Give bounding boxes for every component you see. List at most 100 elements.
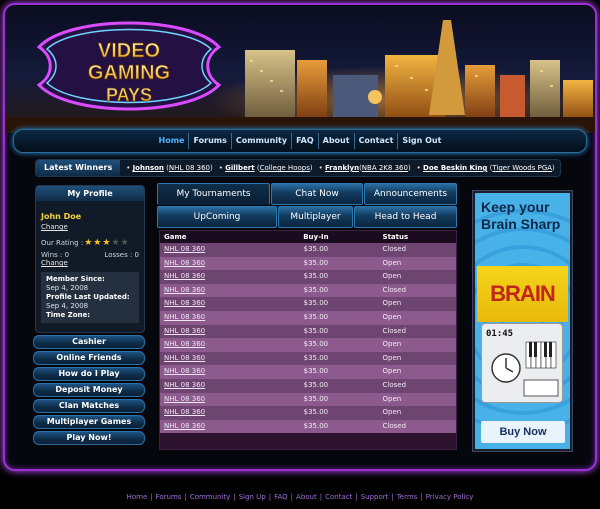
winner-entry[interactable]: • Johnson (NHL 08 360) [126, 164, 213, 172]
page-frame: VIDEO GAMING PAYS Home Forums Community … [3, 3, 597, 471]
buy-in-cell: $35.00 [303, 408, 329, 417]
game-cell[interactable]: NHL 08 360 [160, 284, 271, 298]
latest-winners-title: Latest Winners [36, 160, 121, 176]
game-cell[interactable]: NHL 08 360 [160, 420, 271, 434]
cashier-button[interactable]: Cashier [33, 335, 145, 349]
brain-age-ad[interactable]: Keep your Brain Sharp BRAIN AGE 01:45 [472, 190, 573, 452]
buy-now-button[interactable]: Buy Now [481, 421, 565, 443]
game-cell[interactable]: NHL 08 360 [160, 352, 271, 366]
profile-updated-value: Sep 4, 2008 [46, 302, 89, 310]
play-now-button[interactable]: Play Now! [33, 431, 145, 445]
clan-matches-button[interactable]: Clan Matches [33, 399, 145, 413]
nav-forums[interactable]: Forums [188, 133, 230, 149]
table-row[interactable]: NHL 08 360 $35.00 Open [160, 392, 456, 407]
game-cell[interactable]: NHL 08 360 [160, 297, 271, 311]
table-row[interactable]: NHL 08 360 $35.00 Closed [160, 243, 456, 257]
multiplayer-games-button[interactable]: Multiplayer Games [33, 415, 145, 429]
table-row[interactable]: NHL 08 360 $35.00 Open [160, 338, 456, 352]
table-row[interactable]: NHL 08 360 $35.00 Open [160, 256, 456, 271]
star-icon: ★ [102, 238, 111, 248]
buy-in-cell: $35.00 [303, 272, 329, 281]
rating-row: Our Rating : ★ ★ ★ ★ ★ [41, 238, 139, 248]
footer-separator: | [268, 493, 272, 501]
star-empty-icon: ★ [120, 238, 129, 248]
wins-count: Wins : 0 [41, 251, 70, 259]
status-cell: Open [382, 408, 402, 417]
game-cell[interactable]: NHL 08 360 [160, 270, 271, 284]
footer-link-community[interactable]: Community [190, 493, 231, 501]
footer-link-terms[interactable]: Terms [397, 493, 418, 501]
status-cell: Closed [382, 285, 407, 294]
table-row[interactable]: NHL 08 360 $35.00 Closed [160, 283, 456, 298]
table-row[interactable]: NHL 08 360 $35.00 Open [160, 297, 456, 311]
status-cell: Open [382, 299, 402, 308]
header-banner: VIDEO GAMING PAYS [5, 5, 595, 133]
table-row[interactable]: NHL 08 360 $35.00 Closed [160, 419, 456, 434]
table-row[interactable]: NHL 08 360 $35.00 Open [160, 351, 456, 366]
tab-announcements[interactable]: Announcements [364, 183, 457, 205]
status-cell: Open [382, 353, 402, 362]
tab-head-to-head[interactable]: Head to Head [354, 206, 457, 228]
star-empty-icon: ★ [111, 238, 120, 248]
deposit-money-button[interactable]: Deposit Money [33, 383, 145, 397]
footer-link-privacy-policy[interactable]: Privacy Policy [426, 493, 474, 501]
footer-link-support[interactable]: Support [361, 493, 389, 501]
table-row[interactable]: NHL 08 360 $35.00 Closed [160, 324, 456, 339]
nav-faq[interactable]: FAQ [291, 133, 318, 149]
status-cell: Open [382, 312, 402, 321]
footer-link-home[interactable]: Home [127, 493, 148, 501]
table-row[interactable]: NHL 08 360 $35.00 Open [160, 365, 456, 379]
game-cell[interactable]: NHL 08 360 [160, 338, 271, 352]
col-game: Game [164, 233, 187, 241]
buy-in-cell: $35.00 [303, 299, 329, 308]
nav-contact[interactable]: Contact [353, 133, 398, 149]
footer-link-sign-up[interactable]: Sign Up [239, 493, 266, 501]
tab-my-tournaments[interactable]: My Tournaments [157, 183, 270, 205]
online-friends-button[interactable]: Online Friends [33, 351, 145, 365]
winner-entry[interactable]: • Gillbert (College Hoops) [219, 164, 313, 172]
site-logo[interactable]: VIDEO GAMING PAYS [29, 17, 229, 115]
profile-panel: My Profile John Doe Change Our Rating : … [35, 185, 145, 333]
game-cell[interactable]: NHL 08 360 [160, 257, 271, 271]
table-body: NHL 08 360 $35.00 Closed NHL 08 360 $35.00 Op… [160, 243, 456, 434]
losses-count: Losses : 0 [104, 251, 139, 259]
footer-link-about[interactable]: About [296, 493, 317, 501]
nav-community[interactable]: Community [230, 133, 291, 149]
game-cell[interactable]: NHL 08 360 [160, 406, 271, 420]
footer-link-forums[interactable]: Forums [156, 493, 182, 501]
star-icon: ★ [93, 238, 102, 248]
winner-entry[interactable]: • Doe Beskin King (Tiger Woods PGA) [417, 164, 555, 172]
winner-entry[interactable]: • Franklyn(NBA 2K8 360) [319, 164, 411, 172]
change-avatar-link[interactable]: Change [41, 223, 139, 231]
game-cell[interactable]: NHL 08 360 [160, 379, 271, 393]
col-status: Status [382, 233, 409, 241]
how-do-i-play-button[interactable]: How do I Play [33, 367, 145, 381]
nav-sign-out[interactable]: Sign Out [397, 133, 445, 149]
nav-home[interactable]: Home [155, 133, 189, 149]
change-link[interactable]: Change [41, 259, 139, 267]
footer-link-contact[interactable]: Contact [325, 493, 352, 501]
profile-updated-label: Profile Last Updated: [46, 293, 130, 301]
game-cell[interactable]: NHL 08 360 [160, 243, 271, 257]
tab-chat-now[interactable]: Chat Now [271, 183, 363, 205]
game-cell[interactable]: NHL 08 360 [160, 311, 271, 325]
table-row[interactable]: NHL 08 360 $35.00 Closed [160, 378, 456, 393]
ad-brand-logo: BRAIN AGE [477, 266, 568, 362]
table-row[interactable]: NHL 08 360 $35.00 Open [160, 310, 456, 325]
footer-link-faq[interactable]: FAQ [274, 493, 288, 501]
table-row[interactable]: NHL 08 360 $35.00 Open [160, 270, 456, 284]
ad-device-illustration [491, 341, 559, 397]
svg-text:GAMING: GAMING [88, 62, 170, 84]
tournaments-table: Game Buy-In Status NHL 08 360 $35.00 Close… [159, 230, 457, 450]
table-row[interactable]: NHL 08 360 $35.00 Open [160, 406, 456, 420]
tab-upcoming[interactable]: UpComing [157, 206, 277, 228]
footer-separator: | [290, 493, 294, 501]
game-cell[interactable]: NHL 08 360 [160, 325, 271, 339]
nav-about[interactable]: About [317, 133, 354, 149]
status-cell: Closed [382, 245, 407, 253]
game-cell[interactable]: NHL 08 360 [160, 393, 271, 407]
col-buy-in: Buy-In [303, 233, 329, 241]
footer-links: Home | Forums | Community | Sign Up | FAQ | About |… [0, 493, 600, 501]
game-cell[interactable]: NHL 08 360 [160, 365, 271, 379]
tab-multiplayer[interactable]: Multiplayer [278, 206, 353, 228]
